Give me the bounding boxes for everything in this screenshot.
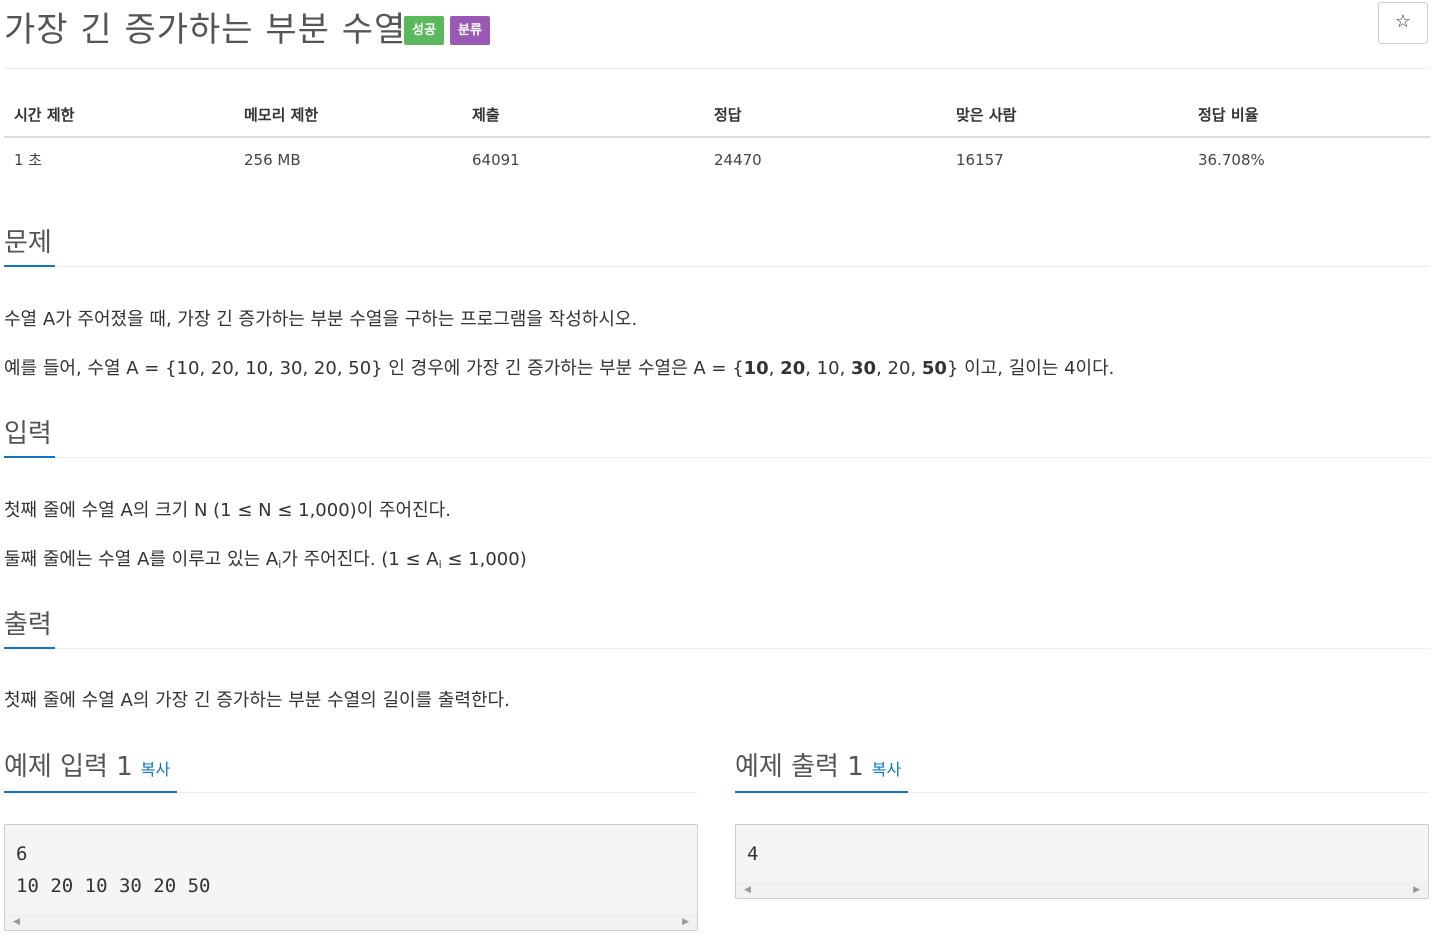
input-section-heading: 입력 <box>4 413 1430 458</box>
heading-underline <box>735 791 908 793</box>
problem-description-line2: 예를 들어, 수열 A = {10, 20, 10, 30, 20, 50} 인… <box>4 358 1115 379</box>
ratio-value: 36.708% <box>1198 150 1265 169</box>
sample-output-heading: 예제 출력 1 복사 <box>735 752 902 782</box>
problem-header: 가장 긴 증가하는 부분 수열 성공 분류 ☆ <box>4 0 1430 69</box>
time-limit-value: 1 초 <box>14 151 43 169</box>
header-submissions: 제출 <box>462 92 704 138</box>
solvers-value[interactable]: 16157 <box>946 137 1188 181</box>
sample-output-content: 4 <box>747 843 759 865</box>
problem-title: 가장 긴 증가하는 부분 수열 <box>4 10 407 50</box>
copy-sample-input-link[interactable]: 복사 <box>141 760 170 779</box>
table-row: 1 초 256 MB 64091 24470 16157 36.708% <box>4 137 1430 181</box>
scroll-right-icon[interactable]: ▶ <box>682 917 689 927</box>
output-heading: 출력 <box>4 610 52 640</box>
horizontal-scrollbar[interactable]: ◀ ▶ <box>5 913 697 930</box>
horizontal-scrollbar[interactable]: ◀ ▶ <box>736 881 1428 898</box>
problem-info-table: 시간 제한 메모리 제한 제출 정답 맞은 사람 정답 비율 1 초 256 M… <box>4 92 1430 181</box>
heading-underline <box>4 456 55 458</box>
header-solvers: 맞은 사람 <box>946 92 1188 138</box>
star-button[interactable]: ☆ <box>1378 2 1428 44</box>
sample-input-heading: 예제 입력 1 복사 <box>4 752 171 782</box>
table-header-row: 시간 제한 메모리 제한 제출 정답 맞은 사람 정답 비율 <box>4 92 1430 138</box>
header-accepted: 정답 <box>704 92 946 138</box>
header-time-limit: 시간 제한 <box>4 92 234 138</box>
sample-input-heading-row: 예제 입력 1 복사 <box>4 746 698 793</box>
category-badge[interactable]: 분류 <box>450 16 490 45</box>
output-section-heading: 출력 <box>4 604 1430 649</box>
scroll-left-icon[interactable]: ◀ <box>744 885 751 895</box>
heading-underline <box>4 265 55 267</box>
scroll-right-icon[interactable]: ▶ <box>1413 885 1420 895</box>
memory-limit-value: 256 MB <box>244 150 301 169</box>
sample-output-heading-row: 예제 출력 1 복사 <box>735 746 1429 793</box>
header-memory-limit: 메모리 제한 <box>234 92 462 138</box>
success-badge[interactable]: 성공 <box>404 16 444 45</box>
star-icon: ☆ <box>1394 11 1412 32</box>
problem-description-line1: 수열 A가 주어졌을 때, 가장 긴 증가하는 부분 수열을 구하는 프로그램을… <box>4 309 638 330</box>
heading-underline <box>4 791 177 793</box>
sample-input-content: 6 10 20 10 30 20 50 <box>16 843 211 897</box>
scroll-left-icon[interactable]: ◀ <box>13 917 20 927</box>
accepted-value[interactable]: 24470 <box>704 137 946 181</box>
input-heading: 입력 <box>4 419 52 449</box>
problem-section-heading: 문제 <box>4 222 1430 267</box>
problem-heading: 문제 <box>4 228 52 258</box>
input-description-line2: 둘째 줄에는 수열 A를 이루고 있는 Ai가 주어진다. (1 ≤ Ai ≤ … <box>4 549 527 571</box>
input-description-line1: 첫째 줄에 수열 A의 크기 N (1 ≤ N ≤ 1,000)이 주어진다. <box>4 500 451 521</box>
submissions-value[interactable]: 64091 <box>462 137 704 181</box>
output-description-line1: 첫째 줄에 수열 A의 가장 긴 증가하는 부분 수열의 길이를 출력한다. <box>4 690 510 711</box>
heading-underline <box>4 647 55 649</box>
header-ratio: 정답 비율 <box>1188 92 1430 138</box>
copy-sample-output-link[interactable]: 복사 <box>872 760 901 779</box>
sample-input-box[interactable]: 6 10 20 10 30 20 50 ◀ ▶ <box>4 824 698 931</box>
sample-output-box[interactable]: 4 ◀ ▶ <box>735 824 1429 899</box>
